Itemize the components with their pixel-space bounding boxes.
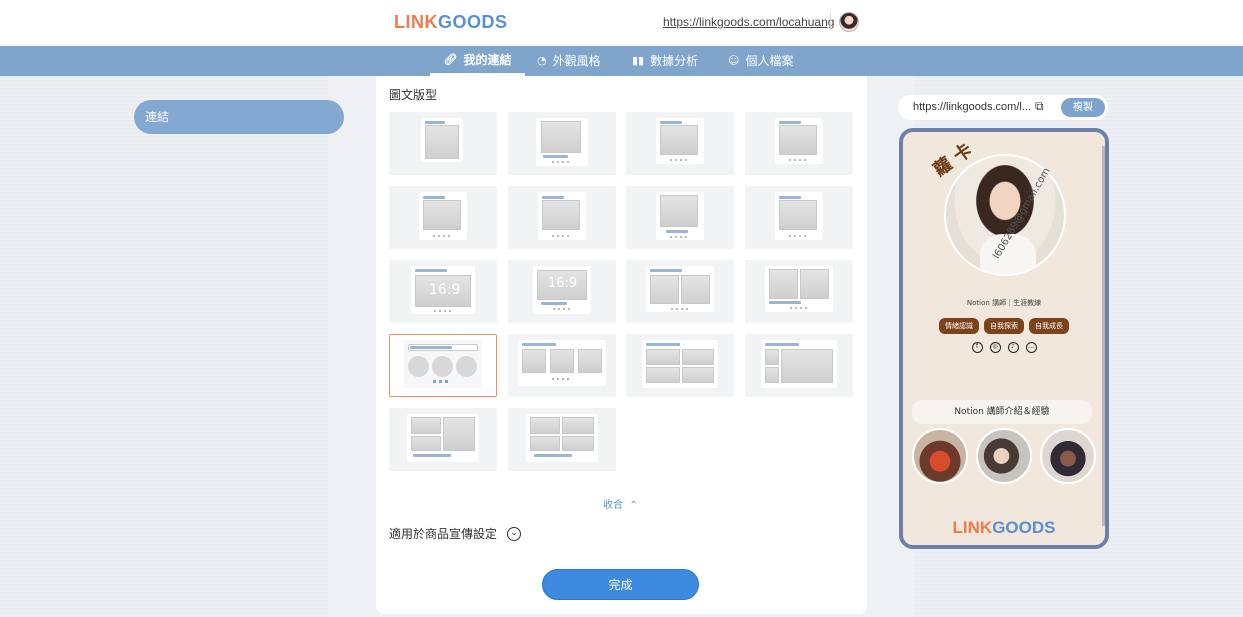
tab-label: 我的連結: [463, 52, 512, 67]
top-header: LINKGOODS https://linkgoods.com/locahuan…: [0, 0, 1243, 46]
tab-label: 外觀風格: [552, 54, 601, 68]
bar-chart-icon: ▮▮: [632, 54, 645, 67]
section-title: 圖文版型: [389, 88, 438, 102]
layout-option-18[interactable]: [508, 408, 616, 471]
profile-title: Notion 講師｜生涯教練: [966, 299, 1042, 307]
layout-option-4[interactable]: [745, 112, 853, 175]
copy-button[interactable]: 複製: [1061, 98, 1105, 117]
collapse-label: 收合: [603, 500, 623, 511]
tab-appearance[interactable]: ◔ 外觀風格: [537, 46, 601, 76]
promo-settings-toggle[interactable]: 適用於商品宣傳設定 ⌄: [389, 525, 522, 542]
collapse-toggle[interactable]: 收合 ⌃: [603, 496, 638, 511]
done-button[interactable]: 完成: [542, 569, 699, 600]
ratio-label: 16:9: [548, 276, 578, 291]
tag-item: 自我探索: [984, 318, 1024, 334]
header-divider: [830, 13, 831, 31]
logo-part-goods: GOODS: [992, 518, 1056, 537]
podcast-icon[interactable]: ♪: [1007, 342, 1019, 353]
tab-analytics[interactable]: ▮▮ 數據分析: [632, 46, 698, 76]
tab-label: 個人檔案: [745, 54, 794, 68]
chevron-up-icon: ⌃: [626, 500, 638, 511]
layout-option-7[interactable]: [626, 186, 734, 249]
gallery-image[interactable]: [1040, 428, 1096, 484]
sidebar-item-links[interactable]: 連結: [134, 100, 344, 134]
ratio-label: 16:9: [429, 282, 461, 298]
link-icon: 🔗︎: [443, 52, 458, 66]
tab-my-links[interactable]: 🔗︎ 我的連結: [430, 46, 525, 76]
line-icon[interactable]: …: [1025, 342, 1037, 353]
palette-icon: ◔: [537, 54, 547, 67]
user-avatar[interactable]: [839, 12, 859, 32]
preview-url-bar: https://linkgoods.com/l... ⧉ 複製: [898, 95, 1108, 120]
left-panel-bg: [0, 76, 328, 617]
layout-option-10[interactable]: 16:9: [508, 260, 616, 323]
social-links: f ◎ ♪ …: [903, 342, 1105, 353]
tag-item: 情緒認識: [939, 318, 979, 334]
layout-option-14[interactable]: [508, 334, 616, 397]
layout-editor-card: 圖文版型 16:9 16:9 收合 ⌃ 適用於商品宣傳設定 ⌄ 完成: [376, 76, 867, 614]
layout-option-8[interactable]: [745, 186, 853, 249]
promo-label: 適用於商品宣傳設定: [389, 527, 498, 541]
layout-option-1[interactable]: [389, 112, 497, 175]
gallery-image[interactable]: [912, 428, 968, 484]
preview-scrollbar[interactable]: [1102, 146, 1105, 526]
layout-option-12[interactable]: [745, 260, 853, 323]
logo-part-link: LINK: [952, 518, 993, 537]
tab-profile[interactable]: ☺ 個人檔案: [728, 46, 793, 76]
layout-option-13-selected[interactable]: [389, 334, 497, 397]
facebook-icon[interactable]: f: [971, 342, 983, 353]
layout-option-6[interactable]: [508, 186, 616, 249]
layout-option-16[interactable]: [745, 334, 853, 397]
layout-option-2[interactable]: [508, 112, 616, 175]
tab-label: 數據分析: [650, 54, 699, 68]
tag-item: 自我成長: [1029, 318, 1069, 334]
linkgoods-logo[interactable]: LINKGOODS: [394, 12, 508, 33]
layout-option-11[interactable]: [626, 260, 734, 323]
layout-option-15[interactable]: [626, 334, 734, 397]
layout-option-3[interactable]: [626, 112, 734, 175]
external-link-icon[interactable]: ⧉: [1035, 99, 1044, 114]
layout-option-5[interactable]: [389, 186, 497, 249]
logo-part-link: LINK: [394, 12, 438, 32]
user-icon: ☺: [728, 54, 740, 67]
preview-image-gallery: [912, 428, 1096, 484]
layout-option-9[interactable]: 16:9: [389, 260, 497, 323]
instagram-icon[interactable]: ◎: [989, 342, 1001, 353]
profile-url-link[interactable]: https://linkgoods.com/locahuang: [663, 15, 834, 29]
profile-tags: 情緒認識 自我探索 自我成長: [903, 318, 1105, 334]
preview-url[interactable]: https://linkgoods.com/l...: [913, 101, 1031, 113]
main-nav: 🔗︎ 我的連結 ◔ 外觀風格 ▮▮ 數據分析 ☺ 個人檔案: [0, 46, 1243, 76]
logo-part-goods: GOODS: [438, 12, 508, 32]
phone-preview: 蘿 卡 l606289@gmail.com Notion 講師｜生涯教練 情緒認…: [899, 128, 1109, 549]
gallery-image[interactable]: [976, 428, 1032, 484]
preview-link-button[interactable]: Notion 講師介紹＆經驗: [912, 400, 1092, 424]
chevron-down-circle-icon[interactable]: ⌄: [507, 526, 522, 541]
preview-footer-logo: LINKGOODS: [903, 518, 1105, 538]
layout-option-17[interactable]: [389, 408, 497, 471]
